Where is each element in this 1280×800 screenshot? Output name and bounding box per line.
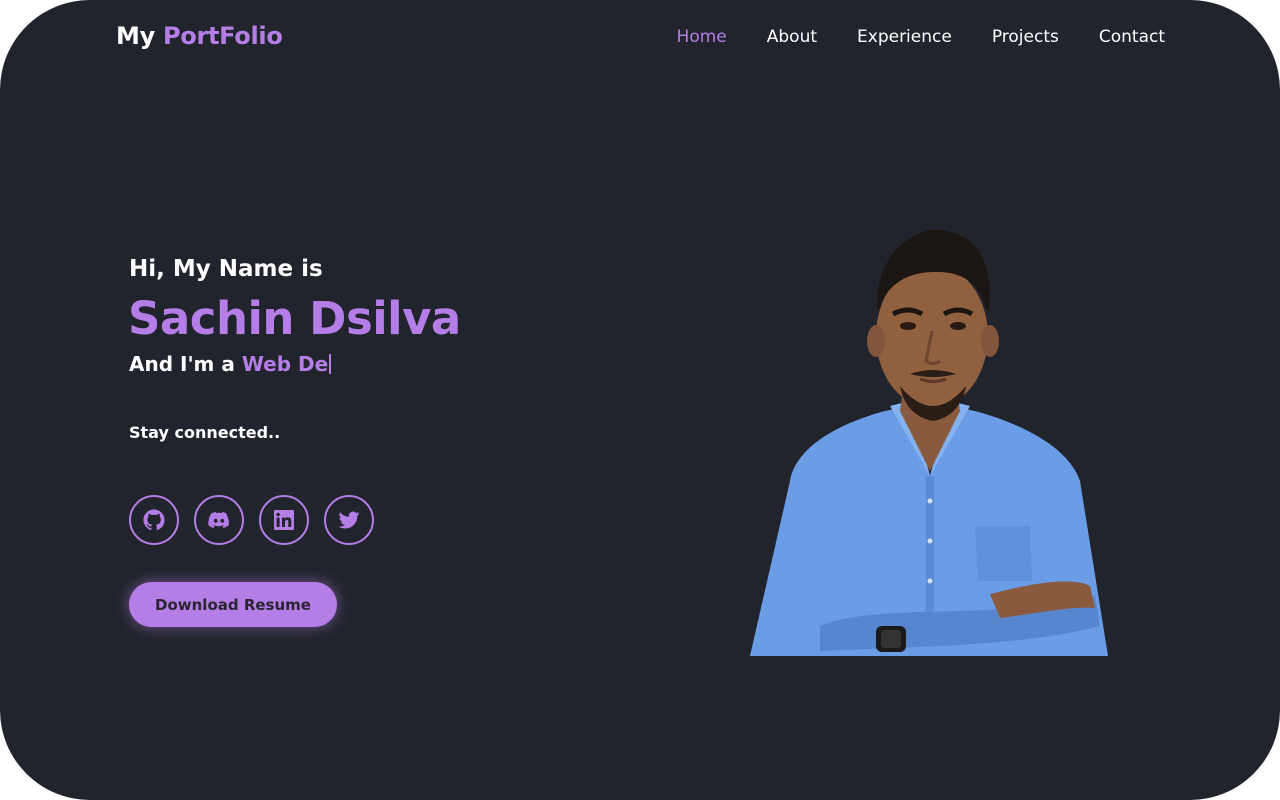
social-links (129, 495, 374, 545)
nav-projects[interactable]: Projects (992, 27, 1059, 47)
discord-icon (208, 512, 229, 528)
twitter-icon (338, 511, 360, 529)
linkedin-icon (274, 510, 294, 530)
nav-home[interactable]: Home (677, 27, 727, 47)
main-nav: Home About Experience Projects Contact (677, 27, 1165, 47)
nav-about[interactable]: About (767, 27, 817, 47)
hero-role: And I'm a Web De (129, 352, 332, 376)
logo-prefix: My (116, 22, 155, 50)
nav-experience[interactable]: Experience (857, 27, 952, 47)
twitter-link[interactable] (324, 495, 374, 545)
github-icon (143, 509, 165, 531)
typing-caret (329, 354, 332, 374)
download-resume-button[interactable]: Download Resume (129, 582, 337, 627)
page-frame: My PortFolio Home About Experience Proje… (0, 0, 1280, 800)
logo-accent: PortFolio (163, 22, 283, 50)
profile-photo (750, 229, 1108, 656)
discord-link[interactable] (194, 495, 244, 545)
nav-contact[interactable]: Contact (1099, 27, 1165, 47)
github-link[interactable] (129, 495, 179, 545)
linkedin-link[interactable] (259, 495, 309, 545)
role-typed: Web De (241, 352, 329, 376)
role-prefix: And I'm a (129, 352, 235, 376)
stay-connected-label: Stay connected.. (129, 423, 281, 442)
hero-name: Sachin Dsilva (128, 292, 461, 345)
site-logo[interactable]: My PortFolio (116, 22, 283, 50)
hero-greeting: Hi, My Name is (129, 256, 323, 282)
